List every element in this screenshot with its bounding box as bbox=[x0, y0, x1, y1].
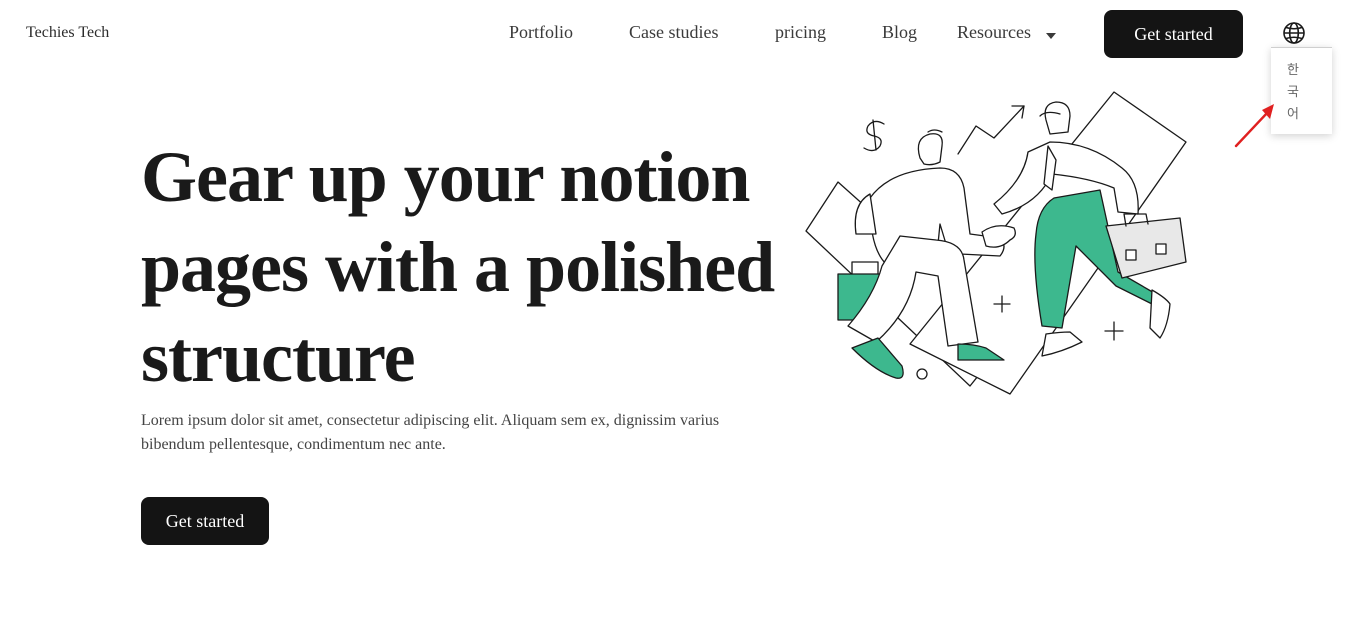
plus-icon bbox=[1104, 321, 1124, 341]
nav-blog[interactable]: Blog bbox=[882, 22, 917, 43]
globe-icon[interactable] bbox=[1282, 21, 1306, 45]
nav-pricing[interactable]: pricing bbox=[775, 22, 826, 43]
trend-arrow-icon bbox=[957, 105, 1025, 155]
red-arrow-icon bbox=[1234, 104, 1274, 148]
hero-title: Gear up your notion pages with a polishe… bbox=[141, 137, 775, 397]
language-dropdown: 한국어 bbox=[1271, 47, 1332, 134]
hero-get-started-button[interactable]: Get started bbox=[141, 497, 269, 545]
header-get-started-button[interactable]: Get started bbox=[1104, 10, 1243, 58]
language-option-korean[interactable]: 한국어 bbox=[1287, 60, 1301, 126]
hero-subtitle: Lorem ipsum dolor sit amet, consectetur … bbox=[141, 412, 720, 453]
nav-portfolio[interactable]: Portfolio bbox=[509, 22, 573, 43]
brand-name[interactable]: Techies Tech bbox=[26, 24, 109, 42]
circle-decoration bbox=[916, 368, 928, 380]
handshake-illustration bbox=[805, 91, 1187, 395]
nav-resources[interactable]: Resources bbox=[957, 22, 1031, 43]
chevron-down-icon[interactable] bbox=[1046, 33, 1056, 39]
nav-case-studies[interactable]: Case studies bbox=[629, 22, 719, 43]
